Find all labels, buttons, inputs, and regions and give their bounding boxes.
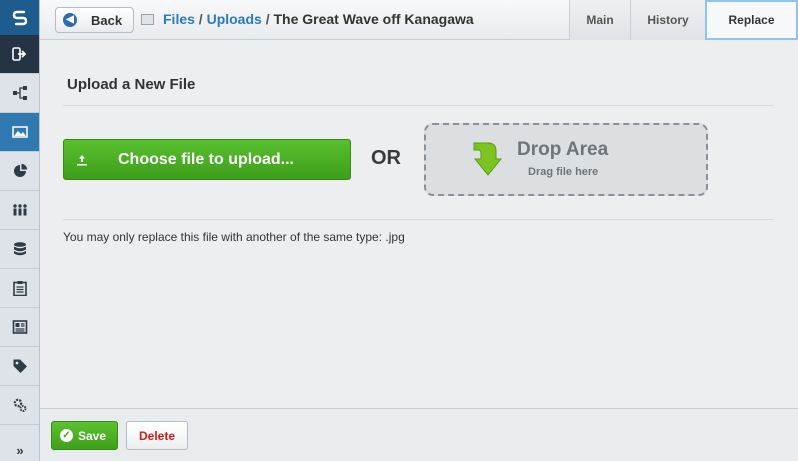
breadcrumb-separator: / bbox=[194, 11, 207, 27]
back-arrow-icon: ◀ bbox=[63, 13, 77, 27]
logo-icon[interactable] bbox=[0, 0, 39, 35]
database-icon[interactable] bbox=[0, 230, 39, 269]
tag-icon[interactable] bbox=[0, 347, 39, 386]
section-heading: Upload a New File bbox=[67, 76, 196, 93]
choose-file-label: Choose file to upload... bbox=[118, 150, 294, 168]
drop-area-title: Drop Area bbox=[517, 139, 609, 160]
divider bbox=[63, 105, 774, 106]
image-icon[interactable] bbox=[0, 113, 39, 152]
check-icon: ✓ bbox=[60, 429, 73, 442]
or-label: OR bbox=[371, 147, 401, 169]
file-type-note: You may only replace this file with anot… bbox=[63, 230, 405, 244]
pie-chart-icon[interactable] bbox=[0, 152, 39, 191]
expand-sidebar-button[interactable]: » bbox=[0, 439, 40, 461]
breadcrumb: Files / Uploads / The Great Wave off Kan… bbox=[163, 11, 474, 27]
footer-actions: ✓ Save Delete bbox=[40, 408, 798, 461]
drop-area-subtitle: Drag file here bbox=[528, 166, 599, 178]
clipboard-icon[interactable] bbox=[0, 269, 39, 308]
tab-history[interactable]: History bbox=[630, 0, 705, 40]
image-file-icon bbox=[141, 14, 154, 25]
tab-main[interactable]: Main bbox=[569, 0, 630, 40]
download-arrow-icon bbox=[473, 142, 502, 176]
save-button[interactable]: ✓ Save bbox=[51, 421, 118, 450]
sidebar: » bbox=[0, 0, 40, 461]
breadcrumb-uploads-link[interactable]: Uploads bbox=[207, 11, 262, 27]
divider bbox=[63, 219, 774, 220]
back-button-label: Back bbox=[91, 12, 123, 28]
replace-panel: Upload a New File Choose file to upload.… bbox=[40, 40, 798, 408]
tab-bar: Main History Replace bbox=[569, 0, 798, 40]
upload-icon bbox=[76, 154, 88, 166]
drop-area[interactable]: Drop Area Drag file here bbox=[424, 123, 708, 196]
save-button-label: Save bbox=[78, 428, 107, 443]
tab-replace[interactable]: Replace bbox=[705, 0, 798, 40]
breadcrumb-files-link[interactable]: Files bbox=[163, 11, 195, 27]
breadcrumb-separator: / bbox=[261, 11, 274, 27]
gears-icon[interactable] bbox=[0, 386, 39, 425]
choose-file-button[interactable]: Choose file to upload... bbox=[63, 139, 351, 180]
users-icon[interactable] bbox=[0, 191, 39, 230]
delete-button[interactable]: Delete bbox=[126, 421, 188, 450]
top-bar: ◀ Back Files / Uploads / The Great Wave … bbox=[40, 0, 798, 40]
newspaper-icon[interactable] bbox=[0, 308, 39, 347]
logout-icon[interactable] bbox=[0, 35, 39, 74]
sitemap-icon[interactable] bbox=[0, 74, 39, 113]
back-button[interactable]: ◀ Back bbox=[55, 7, 134, 33]
breadcrumb-current: The Great Wave off Kanagawa bbox=[273, 11, 474, 27]
